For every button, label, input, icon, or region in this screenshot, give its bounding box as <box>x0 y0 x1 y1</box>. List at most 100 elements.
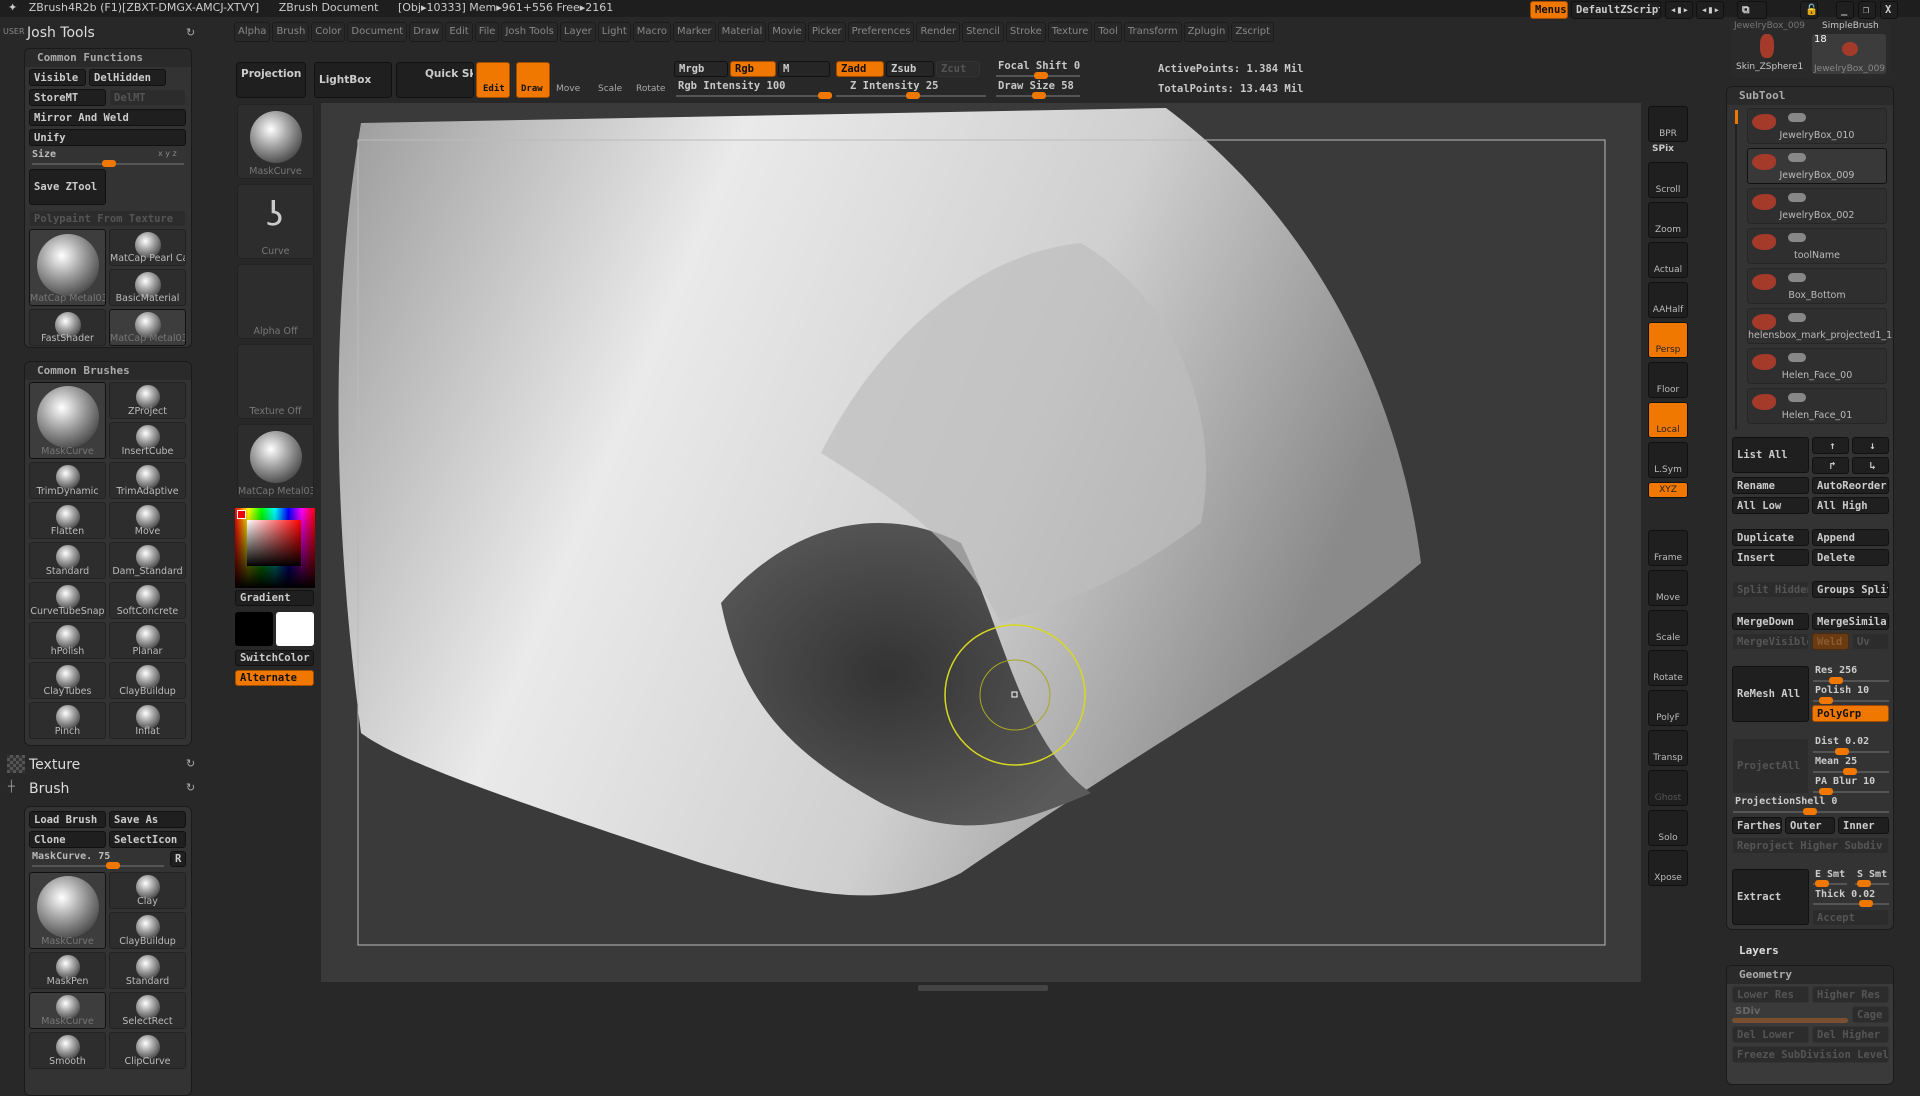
append-button[interactable]: Append <box>1812 529 1889 546</box>
visibility-toggle[interactable] <box>1788 393 1806 402</box>
move-bottom-icon[interactable]: ↳ <box>1852 457 1889 474</box>
s-smt-slider[interactable] <box>1855 880 1889 887</box>
del-higher-button[interactable]: Del Higher <box>1812 1026 1889 1043</box>
zsphere-thumb-icon[interactable] <box>1760 34 1774 58</box>
brush-planar[interactable]: Planar <box>109 622 186 659</box>
subtool-item[interactable]: helensbox_mark_projected1_1 <box>1747 308 1892 344</box>
projectall-button[interactable]: ProjectAll <box>1732 738 1809 794</box>
maskcurve-slider[interactable] <box>32 862 164 869</box>
mean-slider[interactable] <box>1813 768 1889 775</box>
gradient-button[interactable]: Gradient <box>235 590 314 606</box>
move-up-icon[interactable]: ↑ <box>1812 437 1849 454</box>
visibility-toggle[interactable] <box>1788 273 1806 282</box>
rename-button[interactable]: Rename <box>1732 477 1809 494</box>
pa-blur-slider[interactable] <box>1813 788 1889 795</box>
local-button[interactable]: Local <box>1648 402 1688 438</box>
brush-move[interactable]: Move <box>109 502 186 539</box>
cage-button[interactable]: Cage <box>1852 1006 1889 1023</box>
brush-flatten[interactable]: Flatten <box>29 502 106 539</box>
menus-button[interactable]: Menus <box>1530 1 1568 19</box>
list-all-button[interactable]: List All <box>1732 437 1809 473</box>
floor-button[interactable]: Floor <box>1648 362 1688 398</box>
remesh-all-button[interactable]: ReMesh All <box>1732 666 1809 722</box>
ghost-button[interactable]: Ghost <box>1648 770 1688 806</box>
polygrp-button[interactable]: PolyGrp <box>1812 705 1889 722</box>
brush-standard[interactable]: Standard <box>109 952 186 989</box>
shelf-texture-off[interactable]: Texture Off <box>237 344 314 419</box>
material-matcap-pearl[interactable]: MatCap Pearl Ca <box>109 229 186 266</box>
visibility-toggle[interactable] <box>1788 233 1806 242</box>
secondary-color-swatch[interactable] <box>276 612 314 646</box>
material-basic[interactable]: BasicMaterial <box>109 269 186 306</box>
move-top-icon[interactable]: ↱ <box>1812 457 1849 474</box>
delete-button[interactable]: Delete <box>1812 549 1889 566</box>
insert-button[interactable]: Insert <box>1732 549 1809 566</box>
brush-inflat[interactable]: Inflat <box>109 702 186 739</box>
projection-shell-slider[interactable] <box>1733 808 1889 815</box>
size-slider[interactable] <box>32 160 184 167</box>
menu-marker[interactable]: Marker <box>673 22 716 42</box>
aahalf-button[interactable]: AAHalf <box>1648 282 1688 318</box>
brush-menu-title[interactable]: Brush <box>29 781 69 797</box>
duplicate-button[interactable]: Duplicate <box>1732 529 1809 546</box>
polish-slider[interactable] <box>1813 697 1889 704</box>
z-intensity-slider[interactable] <box>836 92 986 99</box>
all-high-button[interactable]: All High <box>1812 497 1889 514</box>
move-button[interactable]: Move <box>556 84 580 94</box>
brush-maskcurve[interactable]: MaskCurve <box>29 872 106 949</box>
mergevisible-button[interactable]: MergeVisible <box>1732 633 1809 650</box>
menu-color[interactable]: Color <box>311 22 346 42</box>
brush-claybuildup[interactable]: ClayBuildup <box>109 662 186 699</box>
menu-josh-tools[interactable]: Josh Tools <box>501 22 558 42</box>
subtool-item[interactable]: toolName <box>1747 228 1887 264</box>
scale-button[interactable]: Scale <box>1648 610 1688 646</box>
transp-button[interactable]: Transp <box>1648 730 1688 766</box>
split-hidden-button[interactable]: Split Hidden <box>1732 581 1809 598</box>
farthest-button[interactable]: Farthest <box>1732 817 1782 834</box>
shelf-matcap-metal03[interactable]: MatCap Metal03 <box>237 424 314 499</box>
freeze-subdivision-button[interactable]: Freeze SubDivision Levels <box>1732 1046 1889 1063</box>
actual-button[interactable]: Actual <box>1648 242 1688 278</box>
shrink-icon[interactable]: ◂▮▸ <box>1665 1 1693 19</box>
shelf-curve[interactable]: ʖ Curve <box>237 184 314 259</box>
inner-button[interactable]: Inner <box>1838 817 1889 834</box>
bottom-tray-handle[interactable] <box>918 985 1048 991</box>
minimize-icon[interactable]: _ <box>1836 1 1854 19</box>
brush-clay[interactable]: Clay <box>109 872 186 909</box>
extract-button[interactable]: Extract <box>1732 869 1809 925</box>
mergedown-button[interactable]: MergeDown <box>1732 613 1809 630</box>
bpr-button[interactable]: BPR <box>1648 106 1688 142</box>
sdiv-slider[interactable] <box>1732 1018 1848 1023</box>
subtool-item[interactable]: Box_Bottom <box>1747 268 1887 304</box>
thick-slider[interactable] <box>1813 900 1889 907</box>
menu-material[interactable]: Material <box>717 22 767 42</box>
m-button[interactable]: M <box>778 61 830 77</box>
brush-trimadaptive[interactable]: TrimAdaptive <box>109 462 186 499</box>
focal-shift-slider[interactable] <box>996 72 1080 79</box>
save-ztool-button[interactable]: Save ZTool <box>29 169 106 205</box>
texture-menu-title[interactable]: Texture <box>29 757 80 773</box>
rotate-button[interactable]: Rotate <box>636 84 665 94</box>
lock-icon[interactable]: 🔓 <box>1800 1 1818 19</box>
brush-hpolish[interactable]: hPolish <box>29 622 106 659</box>
select-icon-button[interactable]: SelectIcon <box>109 831 186 848</box>
polyf-button[interactable]: PolyF <box>1648 690 1688 726</box>
subtool-item[interactable]: JewelryBox_010 <box>1747 108 1887 144</box>
subtool-item[interactable]: Helen_Face_01 <box>1747 388 1887 424</box>
draw-size-slider[interactable] <box>996 92 1080 99</box>
color-picker[interactable] <box>235 508 315 588</box>
visibility-toggle[interactable] <box>1788 193 1806 202</box>
sculpt-model[interactable] <box>321 103 1641 982</box>
zsub-button[interactable]: Zsub <box>886 61 934 77</box>
reset-button[interactable]: R <box>170 851 186 867</box>
polypaint-from-texture-button[interactable]: Polypaint From Texture <box>29 210 186 227</box>
texture-popout-icon[interactable]: ↻ <box>186 757 195 770</box>
layout-icon[interactable]: ⧉ <box>1737 1 1767 19</box>
zoom-button[interactable]: Zoom <box>1648 202 1688 238</box>
menu-stroke[interactable]: Stroke <box>1005 22 1046 42</box>
xyz-rotate-button[interactable]: XYZ <box>1648 482 1688 498</box>
move-button[interactable]: Move <box>1648 570 1688 606</box>
brush-selectrect[interactable]: SelectRect <box>109 992 186 1029</box>
visible-button[interactable]: Visible <box>29 69 86 86</box>
quick-sketch-button[interactable]: Quick Sketch <box>396 62 474 98</box>
